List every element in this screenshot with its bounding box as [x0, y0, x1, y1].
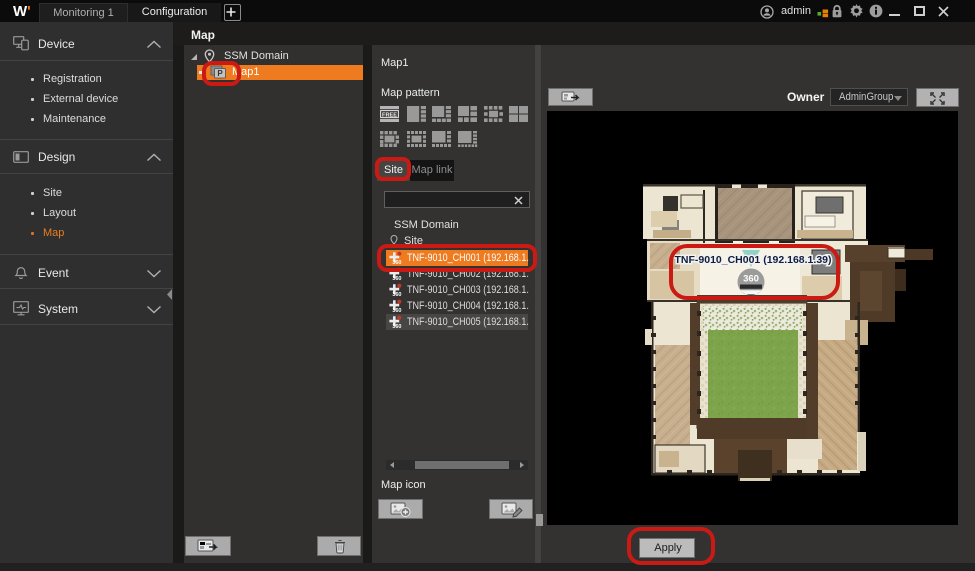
svg-text:360: 360 [392, 276, 401, 281]
svg-text:360: 360 [392, 308, 401, 313]
svg-text:360: 360 [392, 292, 401, 297]
svg-text:FREE: FREE [382, 113, 397, 119]
svg-text:360: 360 [392, 324, 401, 329]
